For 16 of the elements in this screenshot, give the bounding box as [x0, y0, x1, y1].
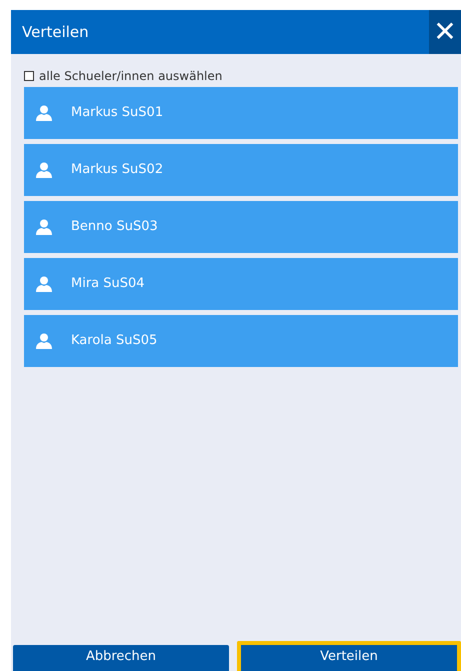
student-item[interactable]: Markus SuS01: [24, 87, 458, 139]
student-item[interactable]: Markus SuS02: [24, 144, 458, 196]
person-icon: [36, 162, 52, 178]
dialog-button[interactable]: Verteilen: [237, 641, 461, 671]
dialog-title: Verteilen: [21, 22, 90, 43]
dialog-button[interactable]: Abbrechen: [13, 645, 229, 671]
student-item[interactable]: Benno SuS03: [24, 201, 458, 253]
person-icon: [36, 219, 52, 235]
close-button[interactable]: ✕: [429, 10, 461, 54]
person-icon: [36, 333, 52, 349]
select-all-label: alle Schueler/innen auswählen: [39, 68, 222, 85]
student-item[interactable]: Mira SuS04: [24, 258, 458, 310]
checkbox[interactable]: [24, 71, 34, 81]
person-icon: [36, 276, 52, 292]
person-icon: [36, 105, 52, 121]
student-item[interactable]: Karola SuS05: [24, 315, 458, 367]
